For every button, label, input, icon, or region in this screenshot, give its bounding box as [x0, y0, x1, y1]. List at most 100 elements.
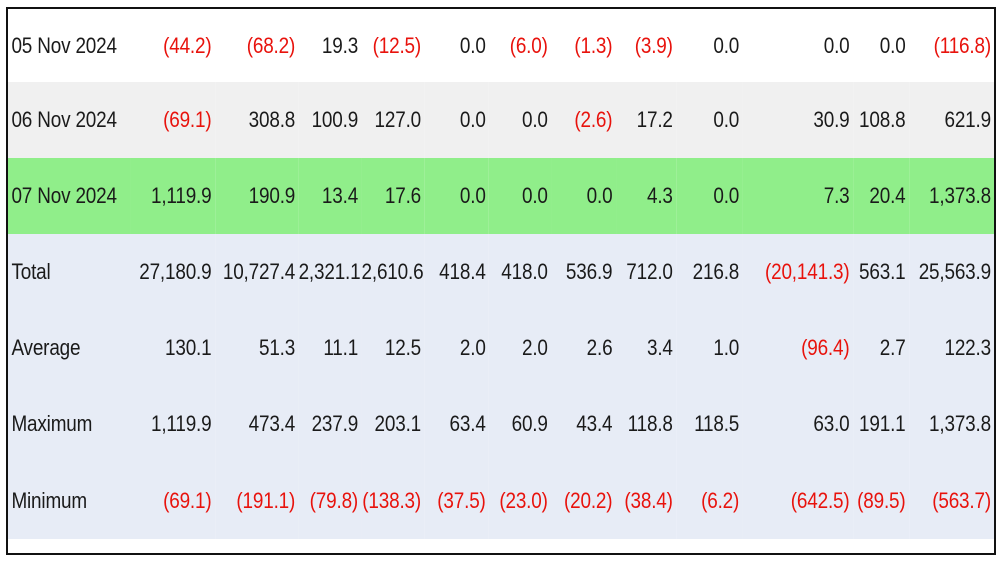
table-cell: (23.0) — [489, 462, 552, 539]
table-cell: 0.0 — [424, 82, 490, 158]
table-cell: (68.2) — [214, 9, 299, 82]
table-cell: 0.0 — [676, 9, 743, 82]
table-row: Total 27,180.9 10,727.4 2,321.1 2,610.6 418.4… — [8, 234, 994, 310]
data-table-frame: 05 Nov 2024 (44.2) (68.2) 19.3 (12.5) 0.0 (6.0… — [6, 7, 996, 555]
table-cell: (3.9) — [615, 9, 677, 82]
table-cell: 63.0 — [742, 386, 853, 462]
table-cell: (12.5) — [361, 9, 425, 82]
table-cell: 418.4 — [424, 234, 490, 310]
table-cell: (563.7) — [908, 462, 994, 539]
table-cell: 0.0 — [742, 9, 853, 82]
table-cell: (6.0) — [489, 9, 552, 82]
table-cell: 2.0 — [489, 310, 552, 386]
table-body: 05 Nov 2024 (44.2) (68.2) 19.3 (12.5) 0.0 (6.0… — [8, 9, 994, 539]
table-cell: 4.3 — [615, 158, 677, 234]
table-cell: 1,373.8 — [908, 158, 994, 234]
table-cell: (191.1) — [214, 462, 299, 539]
table-cell: 30.9 — [742, 82, 853, 158]
table-cell: 118.8 — [615, 386, 677, 462]
table-row: Minimum (69.1) (191.1) (79.8) (138.3) (37.5)(… — [8, 462, 994, 539]
table-cell: 190.9 — [214, 158, 299, 234]
table-cell: (37.5) — [424, 462, 490, 539]
table-cell: 130.1 — [131, 310, 215, 386]
row-label: 07 Nov 2024 — [8, 158, 132, 234]
table-cell: (20,141.3) — [742, 234, 853, 310]
table-row: Maximum 1,119.9 473.4 237.9 203.1 63.4 60.9 43.… — [8, 386, 994, 462]
table-cell: 20.4 — [852, 158, 909, 234]
table-cell: 11.1 — [298, 310, 362, 386]
table-row: 05 Nov 2024 (44.2) (68.2) 19.3 (12.5) 0.0 (6.0… — [8, 9, 994, 82]
table-cell: 1.0 — [676, 310, 743, 386]
table-row: 06 Nov 2024 (69.1) 308.8 100.9 127.0 0.0 0.0 (2… — [8, 82, 994, 158]
table-cell: 19.3 — [298, 9, 362, 82]
table-cell: 63.4 — [424, 386, 490, 462]
table-cell: (38.4) — [615, 462, 677, 539]
row-label: Average — [8, 310, 132, 386]
table-cell: 2,321.1 — [298, 234, 362, 310]
table-cell: 473.4 — [214, 386, 299, 462]
table-cell: 0.0 — [424, 9, 490, 82]
table-cell: (20.2) — [551, 462, 616, 539]
table-cell: 17.2 — [615, 82, 677, 158]
table-cell: 0.0 — [551, 158, 616, 234]
table-cell: 203.1 — [361, 386, 425, 462]
table-cell: 7.3 — [742, 158, 853, 234]
table-cell: 308.8 — [214, 82, 299, 158]
table-cell: (96.4) — [742, 310, 853, 386]
table-cell: 127.0 — [361, 82, 425, 158]
table-cell: 1,373.8 — [908, 386, 994, 462]
table-cell: 1,119.9 — [131, 158, 215, 234]
table-cell: (89.5) — [852, 462, 909, 539]
table-cell: 216.8 — [676, 234, 743, 310]
table-cell: (6.2) — [676, 462, 743, 539]
table-cell: (79.8) — [298, 462, 362, 539]
row-label: Minimum — [8, 462, 132, 539]
table-cell: 621.9 — [908, 82, 994, 158]
table-cell: 43.4 — [551, 386, 616, 462]
table-cell: 108.8 — [852, 82, 909, 158]
table-cell: (1.3) — [551, 9, 616, 82]
table-cell: 12.5 — [361, 310, 425, 386]
table-cell: 25,563.9 — [908, 234, 994, 310]
table-cell: 712.0 — [615, 234, 677, 310]
table-cell: 0.0 — [676, 82, 743, 158]
table-cell: 563.1 — [852, 234, 909, 310]
table-cell: (2.6) — [551, 82, 616, 158]
table-cell: (642.5) — [742, 462, 853, 539]
table-cell: (69.1) — [131, 82, 215, 158]
table-cell: 17.6 — [361, 158, 425, 234]
row-label: Total — [8, 234, 132, 310]
table-cell: 191.1 — [852, 386, 909, 462]
table-row: 07 Nov 2024 1,119.9 190.9 13.4 17.6 0.0 0.0 0.0… — [8, 158, 994, 234]
table-cell: 122.3 — [908, 310, 994, 386]
table-cell: 536.9 — [551, 234, 616, 310]
table-cell: 0.0 — [489, 82, 552, 158]
table-cell: 100.9 — [298, 82, 362, 158]
table-row: Average 130.1 51.3 11.1 12.5 2.0 2.0 2.6 3.4 1.0(… — [8, 310, 994, 386]
data-table: 05 Nov 2024 (44.2) (68.2) 19.3 (12.5) 0.0 (6.0… — [8, 9, 994, 539]
row-label: 06 Nov 2024 — [8, 82, 132, 158]
table-cell: 51.3 — [214, 310, 299, 386]
table-cell: (69.1) — [131, 462, 215, 539]
table-cell: 2.7 — [852, 310, 909, 386]
table-cell: 2.0 — [424, 310, 490, 386]
table-cell: 237.9 — [298, 386, 362, 462]
table-cell: 27,180.9 — [131, 234, 215, 310]
table-cell: (44.2) — [131, 9, 215, 82]
table-cell: 0.0 — [424, 158, 490, 234]
table-cell: 10,727.4 — [214, 234, 299, 310]
table-cell: 418.0 — [489, 234, 552, 310]
table-cell: 60.9 — [489, 386, 552, 462]
row-label: Maximum — [8, 386, 132, 462]
table-cell: (138.3) — [361, 462, 425, 539]
row-label: 05 Nov 2024 — [8, 9, 132, 82]
table-cell: 0.0 — [489, 158, 552, 234]
table-cell: 0.0 — [676, 158, 743, 234]
table-cell: 13.4 — [298, 158, 362, 234]
table-cell: 3.4 — [615, 310, 677, 386]
table-cell: 0.0 — [852, 9, 909, 82]
table-cell: (116.8) — [908, 9, 994, 82]
table-cell: 118.5 — [676, 386, 743, 462]
table-cell: 2,610.6 — [361, 234, 425, 310]
table-cell: 1,119.9 — [131, 386, 215, 462]
